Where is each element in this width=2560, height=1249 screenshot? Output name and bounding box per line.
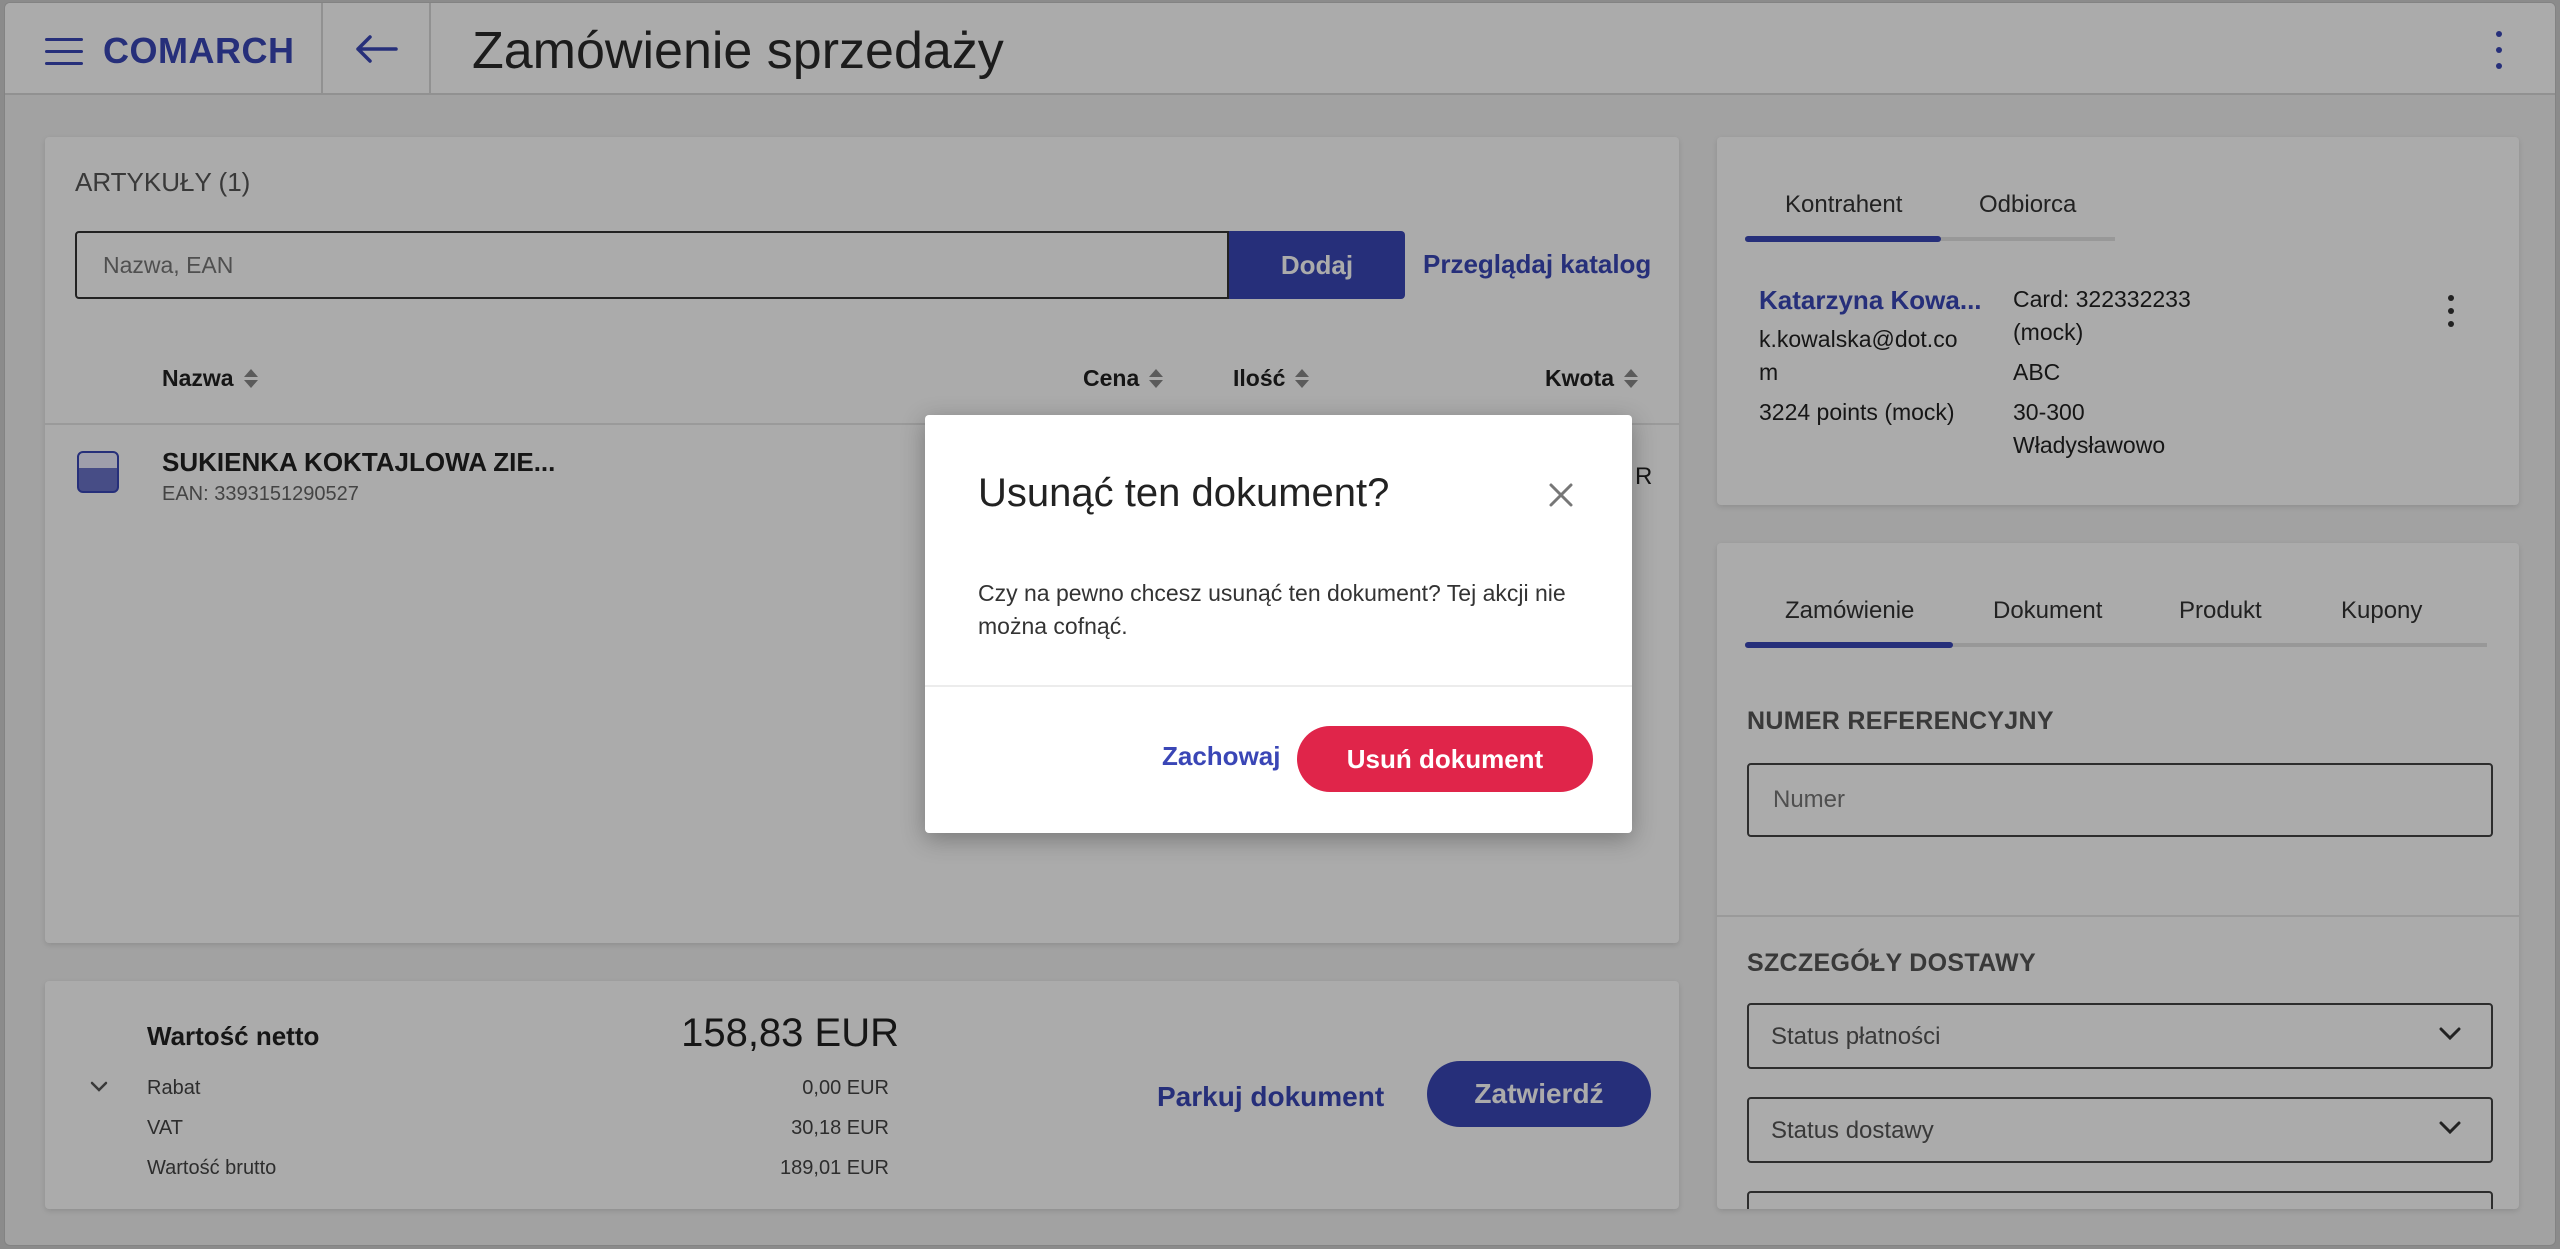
keep-button[interactable]: Zachowaj [1162,741,1280,772]
close-icon[interactable] [1545,479,1577,511]
divider [925,685,1632,687]
delete-document-button[interactable]: Usuń dokument [1297,726,1593,792]
dialog-message: Czy na pewno chcesz usunąć ten dokument?… [978,580,1566,639]
dialog-title: Usunąć ten dokument? [978,471,1390,515]
delete-document-dialog: Usunąć ten dokument? Czy na pewno chcesz… [925,415,1632,833]
